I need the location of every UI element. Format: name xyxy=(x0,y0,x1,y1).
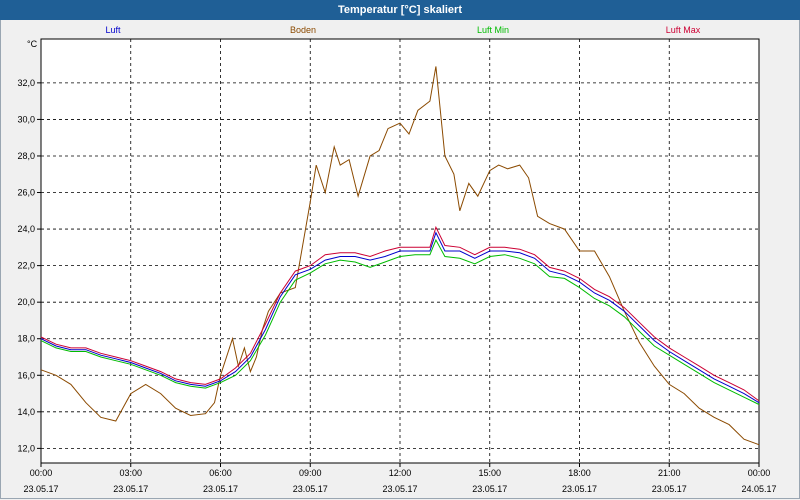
temperature-chart: 12,0 14,0 16,0 18,0 20,0 22,0 24,0 26,0 28,0 30,0… xyxy=(17,25,777,494)
x-tick-time-label: 00:00 xyxy=(30,468,53,478)
y-tick-label: 24,0 xyxy=(17,224,35,234)
x-tick-time-label: 18:00 xyxy=(568,468,591,478)
legend-entry-luft-min: Luft Min xyxy=(477,25,509,35)
chart-frame: 12,0 14,0 16,0 18,0 20,0 22,0 24,0 26,0 28,0 30,0… xyxy=(0,20,800,499)
x-tick-date-label: 23.05.17 xyxy=(472,484,507,494)
x-tick-date-label: 23.05.17 xyxy=(203,484,238,494)
x-tick-time-label: 09:00 xyxy=(299,468,322,478)
legend-entry-luft-max: Luft Max xyxy=(666,25,701,35)
x-tick-date-label: 24.05.17 xyxy=(741,484,776,494)
x-tick-time-label: 21:00 xyxy=(658,468,681,478)
x-tick-date-label: 23.05.17 xyxy=(652,484,687,494)
y-tick-label: 16,0 xyxy=(17,370,35,380)
x-tick-time-label: 12:00 xyxy=(389,468,412,478)
y-tick-label: 28,0 xyxy=(17,151,35,161)
chart-title: Temperatur [°C] skaliert xyxy=(0,0,800,20)
y-tick-label: 32,0 xyxy=(17,78,35,88)
legend-entry-luft: Luft xyxy=(105,25,121,35)
y-tick-label: 18,0 xyxy=(17,334,35,344)
y-axis-unit-label: °C xyxy=(27,39,38,49)
y-tick-label: 30,0 xyxy=(17,114,35,124)
x-tick-date-label: 23.05.17 xyxy=(23,484,58,494)
x-tick-time-label: 15:00 xyxy=(478,468,501,478)
x-tick-date-label: 23.05.17 xyxy=(293,484,328,494)
x-tick-time-label: 00:00 xyxy=(748,468,771,478)
y-tick-label: 26,0 xyxy=(17,188,35,198)
x-tick-time-label: 06:00 xyxy=(209,468,232,478)
y-tick-label: 22,0 xyxy=(17,261,35,271)
legend: Luft Boden Luft Min Luft Max xyxy=(105,25,700,35)
y-tick-label: 20,0 xyxy=(17,297,35,307)
x-tick-time-label: 03:00 xyxy=(119,468,142,478)
y-tick-label: 14,0 xyxy=(17,407,35,417)
y-axis-ticks: 12,0 14,0 16,0 18,0 20,0 22,0 24,0 26,0 28,0 30,0… xyxy=(17,78,41,453)
legend-entry-boden: Boden xyxy=(290,25,316,35)
x-tick-date-label: 23.05.17 xyxy=(113,484,148,494)
x-tick-date-label: 23.05.17 xyxy=(382,484,417,494)
x-tick-date-label: 23.05.17 xyxy=(562,484,597,494)
x-axis-ticks: 00:00 23.05.17 03:00 23.05.17 06:00 23.05.17 0… xyxy=(23,463,777,494)
y-tick-label: 12,0 xyxy=(17,443,35,453)
